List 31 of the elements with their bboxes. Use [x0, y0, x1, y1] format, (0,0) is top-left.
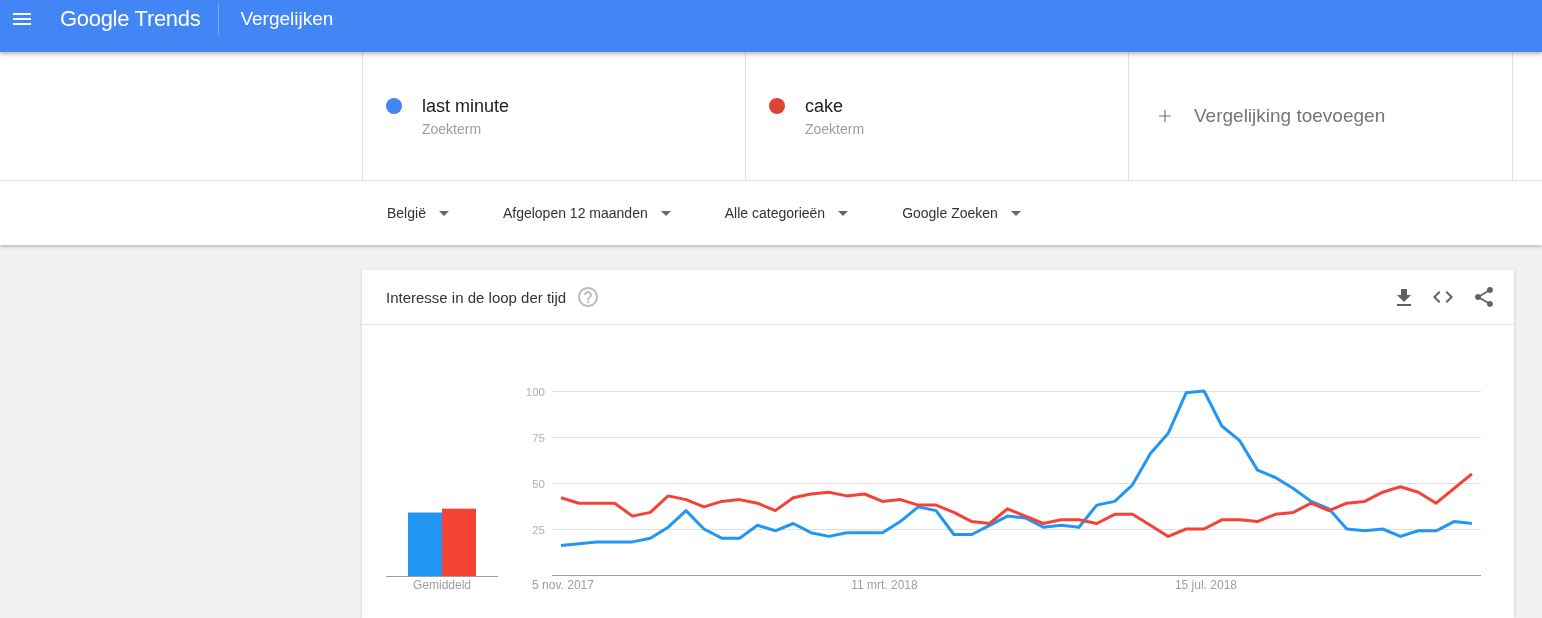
app-logo[interactable]: Google Trends	[60, 6, 201, 32]
axis-tick-label: 5 nov. 2017	[532, 578, 594, 592]
filter-dropdown[interactable]: België	[387, 205, 449, 221]
filter-dropdown[interactable]: Google Zoeken	[902, 205, 1021, 221]
term-type-label: Zoekterm	[422, 120, 483, 139]
axis-tick-label: 100	[525, 385, 545, 398]
search-term: cake	[805, 95, 845, 118]
filter-dropdown[interactable]: Afgelopen 12 maanden	[502, 205, 671, 221]
caret-icon	[660, 210, 671, 216]
average-bar	[408, 512, 442, 576]
caret-icon	[838, 210, 849, 216]
plus-icon	[1159, 110, 1171, 122]
code-icon[interactable]	[1433, 291, 1453, 303]
axis-tick-label: 50	[532, 477, 545, 490]
add-comparison-button[interactable]: Vergelijking toevoegen	[1128, 52, 1513, 180]
share-icon[interactable]	[1475, 287, 1493, 307]
axis-tick-label: 75	[532, 431, 545, 444]
caret-icon	[1010, 210, 1021, 216]
page-title: Vergelijken	[240, 8, 334, 30]
axis-tick-label: 15 jul. 2018	[1174, 578, 1237, 592]
axis-tick-label: 11 mrt. 2018	[851, 578, 918, 592]
filter-dropdown[interactable]: Alle categorieën	[724, 205, 849, 221]
average-bar	[442, 508, 476, 576]
caret-icon	[438, 210, 449, 216]
axis-label: Gemiddeld	[413, 578, 471, 592]
axis-tick-label: 25	[532, 523, 545, 536]
menu-icon[interactable]	[13, 13, 31, 25]
term-type-label: Zoekterm	[805, 120, 865, 139]
card-title: Interesse in de loop der tijd	[386, 288, 567, 306]
download-icon[interactable]	[1397, 288, 1411, 306]
search-term: last minute	[422, 95, 510, 118]
